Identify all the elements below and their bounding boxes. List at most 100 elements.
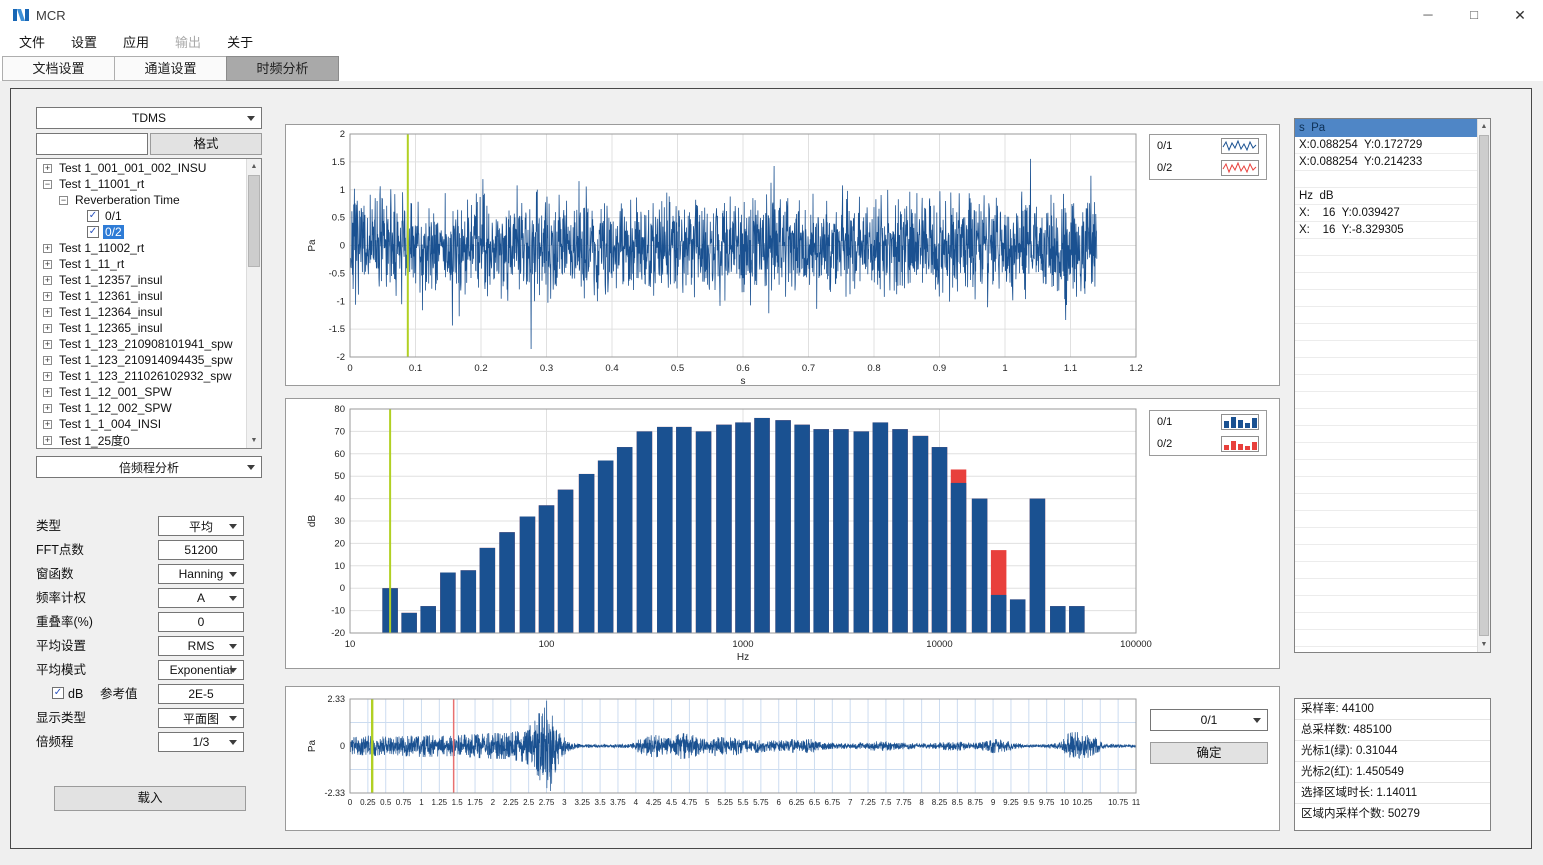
tree-item-label[interactable]: Test 1_11001_rt <box>57 177 146 191</box>
legend-item-ch1[interactable]: 0/1 <box>1150 411 1266 433</box>
measurement-row-8[interactable] <box>1295 273 1477 290</box>
expand-icon[interactable]: + <box>43 244 52 253</box>
tab-time-frequency[interactable]: 时频分析 <box>226 56 339 81</box>
filter-input[interactable] <box>36 133 148 155</box>
tree-item-10[interactable]: + Test 1_12365_insul <box>37 320 246 336</box>
tree-item-label[interactable]: 0/1 <box>103 209 124 223</box>
scroll-up-icon[interactable]: ▲ <box>1478 119 1490 134</box>
expand-icon[interactable]: + <box>43 164 52 173</box>
channel-checkbox[interactable]: ✓ <box>87 226 99 238</box>
confirm-button[interactable]: 确定 <box>1150 742 1268 764</box>
tree-item-12[interactable]: + Test 1_123_210914094435_spw <box>37 352 246 368</box>
tree-item-7[interactable]: +Test 1_12357_insul <box>37 272 246 288</box>
measurement-row-27[interactable] <box>1295 596 1477 613</box>
tree-item-1[interactable]: −Test 1_11001_rt <box>37 176 246 192</box>
overview-waveform-chart[interactable]: 2.330-2.3300.250.50.7511.251.51.7522.252… <box>285 686 1280 831</box>
measurement-row-21[interactable] <box>1295 494 1477 511</box>
measurement-row-25[interactable] <box>1295 562 1477 579</box>
close-button[interactable]: ✕ <box>1497 0 1543 30</box>
expand-icon[interactable]: + <box>43 436 52 445</box>
expand-icon[interactable]: + <box>43 420 52 429</box>
measurement-scrollbar[interactable]: ▲ ▼ <box>1477 119 1490 652</box>
field-avg-mode[interactable]: Exponential <box>158 660 244 680</box>
scroll-up-icon[interactable]: ▲ <box>247 159 261 174</box>
measurement-row-19[interactable] <box>1295 460 1477 477</box>
tree-item-label[interactable]: Reverberation Time <box>73 193 182 207</box>
expand-icon[interactable]: + <box>43 388 52 397</box>
collapse-icon[interactable]: − <box>59 196 68 205</box>
measurement-row-2[interactable] <box>1295 171 1477 188</box>
measurement-row-23[interactable] <box>1295 528 1477 545</box>
channel-dropdown[interactable]: 0/1 <box>1150 709 1268 731</box>
tree-scrollbar-thumb[interactable] <box>248 175 260 267</box>
menu-item-file[interactable]: 文件 <box>6 30 58 56</box>
measurement-row-29[interactable] <box>1295 630 1477 647</box>
measurement-row-18[interactable] <box>1295 443 1477 460</box>
field-type[interactable]: 平均 <box>158 516 244 536</box>
tree-item-13[interactable]: +Test 1_123_211026102932_spw <box>37 368 246 384</box>
measurement-row-10[interactable] <box>1295 307 1477 324</box>
tree-item-15[interactable]: + Test 1_12_002_SPW <box>37 400 246 416</box>
file-format-dropdown[interactable]: TDMS <box>36 107 262 129</box>
measurement-row-3[interactable]: Hz dB <box>1295 188 1477 205</box>
tree-item-label[interactable]: Test 1_12_002_SPW <box>57 401 174 415</box>
tree-item-label[interactable]: Test 1_001_001_002_INSU <box>57 161 208 175</box>
expand-icon[interactable]: + <box>43 260 52 269</box>
legend-item-ch2[interactable]: 0/2 <box>1150 433 1266 455</box>
measurement-row-6[interactable] <box>1295 239 1477 256</box>
measurement-row-15[interactable] <box>1295 392 1477 409</box>
minimize-button[interactable]: ─ <box>1405 0 1451 30</box>
measurement-row-14[interactable] <box>1295 375 1477 392</box>
load-button[interactable]: 载入 <box>54 786 246 811</box>
measurement-row-28[interactable] <box>1295 613 1477 630</box>
field-overlap[interactable]: 0 <box>158 612 244 632</box>
tree-item-9[interactable]: +Test 1_12364_insul <box>37 304 246 320</box>
channel-checkbox[interactable]: ✓ <box>87 210 99 222</box>
expand-icon[interactable]: + <box>43 324 52 333</box>
tree-item-label[interactable]: Test 1_11_rt <box>57 257 126 271</box>
expand-icon[interactable]: + <box>43 292 52 301</box>
measurement-row-17[interactable] <box>1295 426 1477 443</box>
tree-item-2[interactable]: −Reverberation Time <box>37 192 246 208</box>
tree-item-label[interactable]: Test 1_123_210908101941_spw <box>57 337 234 351</box>
menu-item-about[interactable]: 关于 <box>214 30 266 56</box>
octave-spectrum-chart[interactable]: 80706050403020100-10-2010100100010000100… <box>285 398 1280 669</box>
measurement-row-13[interactable] <box>1295 358 1477 375</box>
measurement-row-4[interactable]: X: 16 Y:0.039427 <box>1295 205 1477 222</box>
field-display-type[interactable]: 平面图 <box>158 708 244 728</box>
maximize-button[interactable]: □ <box>1451 0 1497 30</box>
tree-item-17[interactable]: + Test 1_25度0 <box>37 432 246 448</box>
expand-icon[interactable]: + <box>43 404 52 413</box>
legend-item-ch1[interactable]: 0/1 <box>1150 135 1266 157</box>
field-freq-weighting[interactable]: A <box>158 588 244 608</box>
measurement-row-5[interactable]: X: 16 Y:-8.329305 <box>1295 222 1477 239</box>
tree-item-5[interactable]: +Test 1_11002_rt <box>37 240 246 256</box>
tree-item-label[interactable]: Test 1_12365_insul <box>57 321 164 335</box>
measurement-row-26[interactable] <box>1295 579 1477 596</box>
expand-icon[interactable]: + <box>43 340 52 349</box>
scroll-down-icon[interactable]: ▼ <box>1478 637 1490 652</box>
tree-item-6[interactable]: + Test 1_11_rt <box>37 256 246 272</box>
tree-item-label[interactable]: Test 1_25度0 <box>57 432 132 449</box>
tree-item-label[interactable]: Test 1_1_004_INSI <box>57 417 163 431</box>
measurement-row-22[interactable] <box>1295 511 1477 528</box>
expand-icon[interactable]: + <box>43 276 52 285</box>
expand-icon[interactable]: + <box>43 356 52 365</box>
tree-scrollbar[interactable]: ▲ ▼ <box>246 159 261 448</box>
tree-item-14[interactable]: +Test 1_12_001_SPW <box>37 384 246 400</box>
measurement-row-9[interactable] <box>1295 290 1477 307</box>
tab-doc-settings[interactable]: 文档设置 <box>2 56 115 81</box>
measurement-row-16[interactable] <box>1295 409 1477 426</box>
tree-item-label[interactable]: Test 1_123_210914094435_spw <box>57 353 234 367</box>
measurement-row-24[interactable] <box>1295 545 1477 562</box>
field-octave-fraction[interactable]: 1/3 <box>158 732 244 752</box>
db-checkbox[interactable]: ✓ <box>52 687 64 699</box>
field-fft-points[interactable]: 51200 <box>158 540 244 560</box>
field-ref-value[interactable]: 2E-5 <box>158 684 244 704</box>
tree-item-16[interactable]: + Test 1_1_004_INSI <box>37 416 246 432</box>
legend-item-ch2[interactable]: 0/2 <box>1150 157 1266 179</box>
measurement-row-20[interactable] <box>1295 477 1477 494</box>
tree-item-11[interactable]: + Test 1_123_210908101941_spw <box>37 336 246 352</box>
time-waveform-chart[interactable]: 00.10.20.30.40.50.60.70.80.911.11.221.51… <box>285 124 1280 386</box>
tree-item-4[interactable]: ✓0/2 <box>37 224 246 240</box>
